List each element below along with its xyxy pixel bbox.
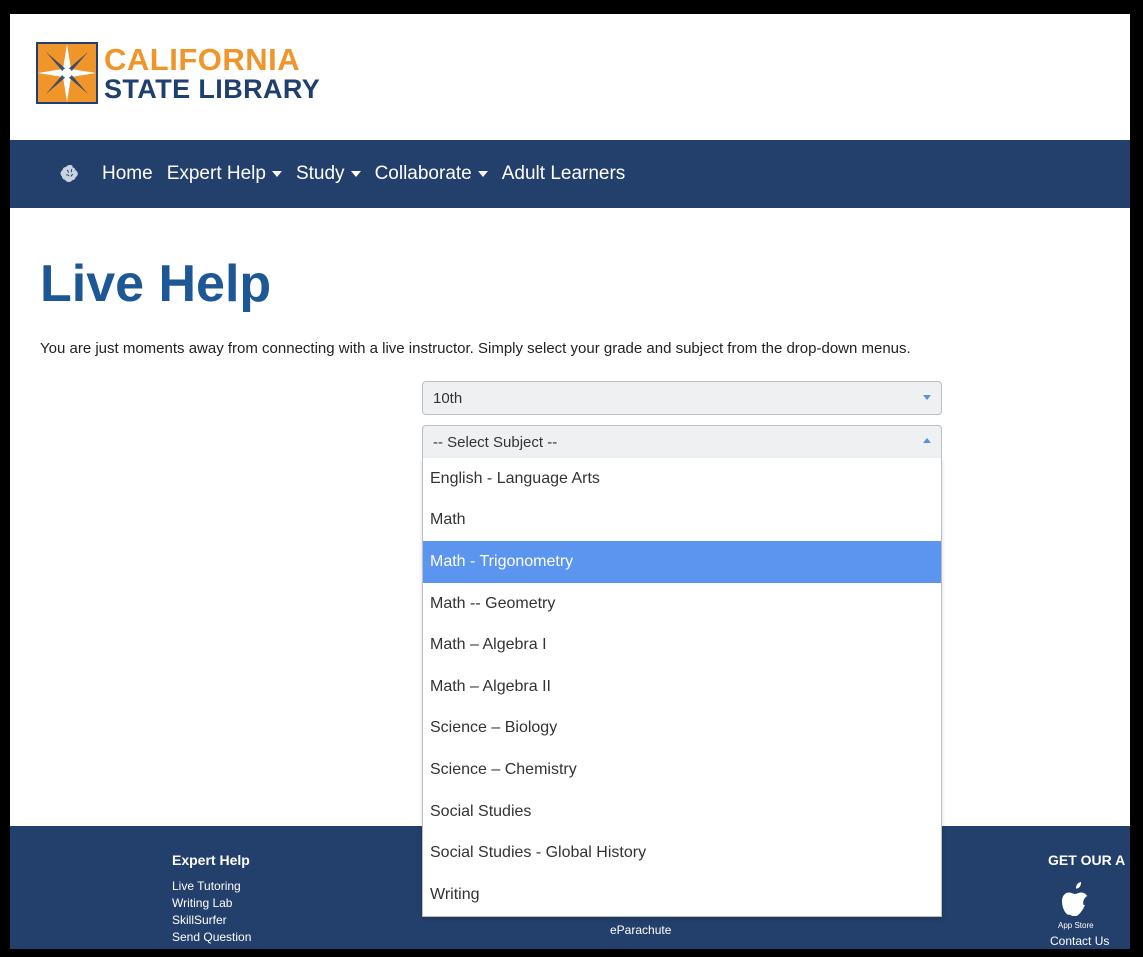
subject-option[interactable]: Math – Algebra II [423, 666, 941, 708]
footer-link-contact-us[interactable]: Contact Us [1050, 934, 1125, 948]
footer-link-live-tutoring[interactable]: Live Tutoring [172, 878, 251, 895]
subject-option[interactable]: Social Studies - Global History [423, 832, 941, 874]
logo-line-state-library: STATE LIBRARY [104, 73, 321, 104]
footer-expert-help-heading: Expert Help [172, 852, 250, 868]
grade-select[interactable]: 10th [422, 381, 942, 415]
nav-expert-help-label: Expert Help [166, 163, 266, 184]
footer-app-heading: GET OUR A [1048, 852, 1126, 868]
subject-dropdown-list: English - Language Arts Math Math - Trig… [422, 458, 942, 917]
brain-icon[interactable] [58, 162, 82, 186]
subject-select-value: -- Select Subject -- [433, 433, 558, 451]
footer-link-writing-lab[interactable]: Writing Lab [172, 895, 251, 912]
nav-collaborate[interactable]: Collaborate [375, 163, 488, 185]
california-state-library-logo[interactable]: CALIFORNIA STATE LIBRARY [36, 38, 320, 108]
subject-option-highlighted[interactable]: Math - Trigonometry [423, 541, 941, 583]
intro-text: You are just moments away from connectin… [40, 340, 911, 357]
site-header: CALIFORNIA STATE LIBRARY [10, 14, 1130, 140]
footer-expert-help: Expert Help Live Tutoring Writing Lab Sk… [172, 852, 251, 946]
nav-adult-learners[interactable]: Adult Learners [502, 163, 626, 185]
chevron-up-icon [923, 438, 931, 443]
footer-link-send-question[interactable]: Send Question [172, 929, 251, 946]
caret-down-icon [271, 171, 282, 177]
library-star-icon [36, 42, 98, 104]
footer-link-skillsurfer[interactable]: SkillSurfer [172, 912, 251, 929]
caret-down-icon [477, 171, 488, 177]
app-store-label: App Store [1058, 921, 1094, 930]
nav-adult-learners-label: Adult Learners [501, 163, 626, 184]
page-title: Live Help [40, 255, 272, 313]
subject-option[interactable]: Social Studies [423, 791, 941, 833]
nav-expert-help[interactable]: Expert Help [167, 163, 282, 185]
footer-link-eparachute[interactable]: eParachute [610, 922, 671, 939]
nav-collaborate-label: Collaborate [374, 163, 472, 184]
nav-home-label: Home [102, 163, 153, 184]
subject-option[interactable]: Science – Biology [423, 708, 941, 750]
subject-option[interactable]: Math [423, 500, 941, 542]
nav-study[interactable]: Study [296, 163, 361, 185]
chevron-down-icon [923, 395, 931, 400]
subject-option[interactable]: Writing [423, 874, 941, 916]
main-navbar: Home Expert Help Study Collaborate Adult… [10, 140, 1130, 208]
footer-get-app: GET OUR A App Store Contact Us [1048, 852, 1125, 948]
subject-option[interactable]: Math -- Geometry [423, 583, 941, 625]
nav-study-label: Study [295, 163, 345, 184]
browser-viewport: CALIFORNIA STATE LIBRARY Home Expert Hel… [10, 14, 1130, 949]
subject-option[interactable]: English - Language Arts [423, 458, 941, 500]
subject-select[interactable]: -- Select Subject -- [422, 425, 942, 459]
subject-option[interactable]: Science – Chemistry [423, 749, 941, 791]
caret-down-icon [350, 171, 361, 177]
logo-line-california: CALIFORNIA [104, 41, 301, 77]
grade-select-value: 10th [433, 389, 463, 407]
apple-icon[interactable] [1062, 880, 1090, 917]
subject-option[interactable]: Math – Algebra I [423, 624, 941, 666]
nav-home[interactable]: Home [102, 163, 153, 185]
